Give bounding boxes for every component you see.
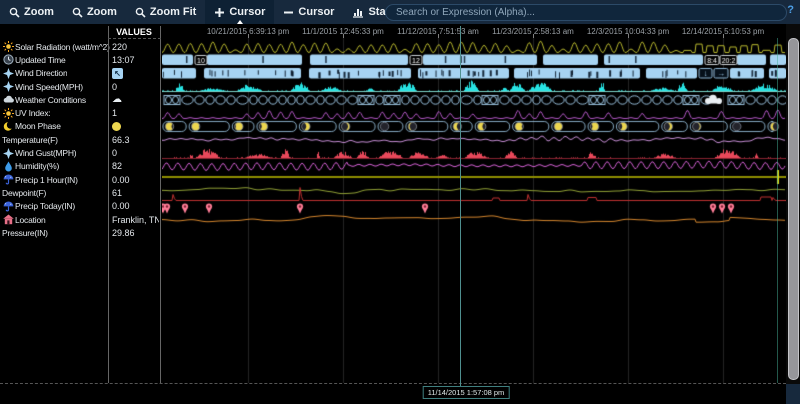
- metric-value: ↖: [112, 68, 159, 79]
- cloud-icon: [2, 94, 15, 105]
- sidebar-row-temperature-f[interactable]: Temperature(F) 66.3: [0, 133, 160, 146]
- metric-label: Pressure(IN): [2, 228, 48, 238]
- metric-label: UV Index:: [15, 108, 51, 118]
- metric-label: Dewpoint(F): [2, 188, 46, 198]
- metric-value: 0: [112, 148, 159, 158]
- metric-value: 0: [112, 82, 159, 92]
- metric-label: Precip Today(IN): [15, 201, 75, 211]
- toolbar-button-zoom-0[interactable]: Zoom: [0, 0, 63, 24]
- latest-data-marker: [777, 38, 778, 383]
- metric-value: 61: [112, 188, 159, 198]
- metric-label: Location: [15, 215, 46, 225]
- weather-grapher-app: ZoomZoomZoom FitCursorCursorStatsUnitsTo…: [0, 0, 800, 404]
- metric-value: 0.00: [112, 201, 159, 211]
- sidebar-values-divider: [108, 26, 109, 383]
- sidebar-row-weather-conditions[interactable]: Weather Conditions ☁: [0, 93, 160, 106]
- sun-icon: [2, 108, 15, 119]
- plus-icon: [214, 7, 225, 18]
- metric-value: 29.86: [112, 228, 159, 238]
- values-column-header: VALUES: [110, 27, 158, 37]
- droplet-icon: [2, 161, 15, 172]
- cursor-timestamp: 11/14/2015 1:57:08 pm: [423, 386, 510, 399]
- minus-icon: [283, 7, 294, 18]
- metric-label: Wind Gust(MPH): [15, 148, 76, 158]
- sidebar-row-wind-gust-mph[interactable]: Wind Gust(MPH) 0: [0, 146, 160, 159]
- magnifier-icon: [135, 7, 146, 18]
- scrollbar-thumb[interactable]: [788, 38, 799, 380]
- sidebar-row-humidity[interactable]: Humidity(%) 82: [0, 160, 160, 173]
- toolbar-button-zoom-fit-2[interactable]: Zoom Fit: [126, 0, 205, 24]
- sidebar-row-solar-radiation-watt-m-2[interactable]: Solar Radiation (watt/m^2)220: [0, 40, 160, 53]
- cloud-value-icon: ☁: [112, 95, 122, 105]
- sidebar-row-wind-direction[interactable]: Wind Direction ↖: [0, 67, 160, 80]
- toolbar-button-cursor-3[interactable]: Cursor: [205, 0, 274, 24]
- sidebar-row-pressure-in[interactable]: Pressure(IN) 29.86: [0, 226, 160, 239]
- toolbar-button-label: Zoom Fit: [150, 6, 196, 18]
- bar-chart-icon: [352, 7, 364, 18]
- metric-label: Wind Speed(MPH): [15, 82, 83, 92]
- search-input[interactable]: [385, 4, 787, 21]
- moon-value-icon: [112, 122, 121, 131]
- toolbar-button-label: Cursor: [298, 6, 334, 18]
- toolbar-button-label: Zoom: [87, 6, 117, 18]
- metric-label: Solar Radiation (watt/m^2): [15, 42, 110, 52]
- metric-value: Franklin, TN: [112, 215, 159, 225]
- sidebar-row-dewpoint-f[interactable]: Dewpoint(F) 61: [0, 186, 160, 199]
- metric-value: ☁: [112, 95, 159, 105]
- sidebar-metric-list: Solar Radiation (watt/m^2)220Updated Tim…: [0, 40, 160, 239]
- toolbar-button-label: Zoom: [24, 6, 54, 18]
- help-button[interactable]: ?: [787, 4, 794, 16]
- metric-label: Updated Time: [15, 55, 66, 65]
- magnifier-icon: [9, 7, 20, 18]
- sidebar-row-precip-1-hour-in[interactable]: Precip 1 Hour(IN) 0.00: [0, 173, 160, 186]
- metric-value: 0.00: [112, 175, 159, 185]
- sidebar-row-location[interactable]: Location Franklin, TN: [0, 213, 160, 226]
- metric-value: 220: [112, 42, 159, 52]
- metric-value: 66.3: [112, 135, 159, 145]
- house-icon: [2, 214, 15, 225]
- sidebar-row-precip-today-in[interactable]: Precip Today(IN) 0.00: [0, 200, 160, 213]
- moon-icon: [2, 121, 15, 132]
- metric-label: Wind Direction: [15, 68, 67, 78]
- toolbar: ZoomZoomZoom FitCursorCursorStatsUnitsTo…: [0, 0, 800, 24]
- scrollbar-corner: [786, 384, 800, 404]
- clock-icon: [2, 54, 15, 65]
- rain-icon: [2, 201, 15, 212]
- metric-value: 82: [112, 161, 159, 171]
- chart-canvas[interactable]: [162, 38, 786, 383]
- metric-label: Precip 1 Hour(IN): [15, 175, 78, 185]
- toolbar-button-zoom-1[interactable]: Zoom: [63, 0, 126, 24]
- metric-label: Temperature(F): [2, 135, 58, 145]
- toolbar-button-cursor-4[interactable]: Cursor: [274, 0, 343, 24]
- values-chart-divider: [160, 26, 161, 383]
- rain-icon: [2, 174, 15, 185]
- cursor-line[interactable]: [460, 26, 461, 387]
- sidebar-row-wind-speed-mph[interactable]: Wind Speed(MPH) 0: [0, 80, 160, 93]
- wind-icon: [2, 81, 15, 92]
- sidebar-row-updated-time[interactable]: Updated Time 13:07: [0, 53, 160, 66]
- metric-label: Moon Phase: [15, 121, 61, 131]
- sidebar-row-uv-index[interactable]: UV Index: 1: [0, 106, 160, 119]
- metric-value: 13:07: [112, 55, 159, 65]
- toolbar-button-label: Cursor: [229, 6, 265, 18]
- chart-bottom-border: [0, 383, 786, 384]
- metric-value: 1: [112, 108, 159, 118]
- magnifier-icon: [72, 7, 83, 18]
- metric-label: Humidity(%): [15, 161, 59, 171]
- sidebar-row-moon-phase[interactable]: Moon Phase: [0, 120, 160, 133]
- vertical-scrollbar[interactable]: [786, 24, 800, 384]
- metric-label: Weather Conditions: [15, 95, 86, 105]
- metric-value: [112, 122, 159, 131]
- wind-icon: [2, 68, 15, 79]
- sun-icon: [2, 41, 15, 52]
- wind-icon: [2, 148, 15, 159]
- wind-direction-arrow-icon: ↖: [112, 68, 123, 79]
